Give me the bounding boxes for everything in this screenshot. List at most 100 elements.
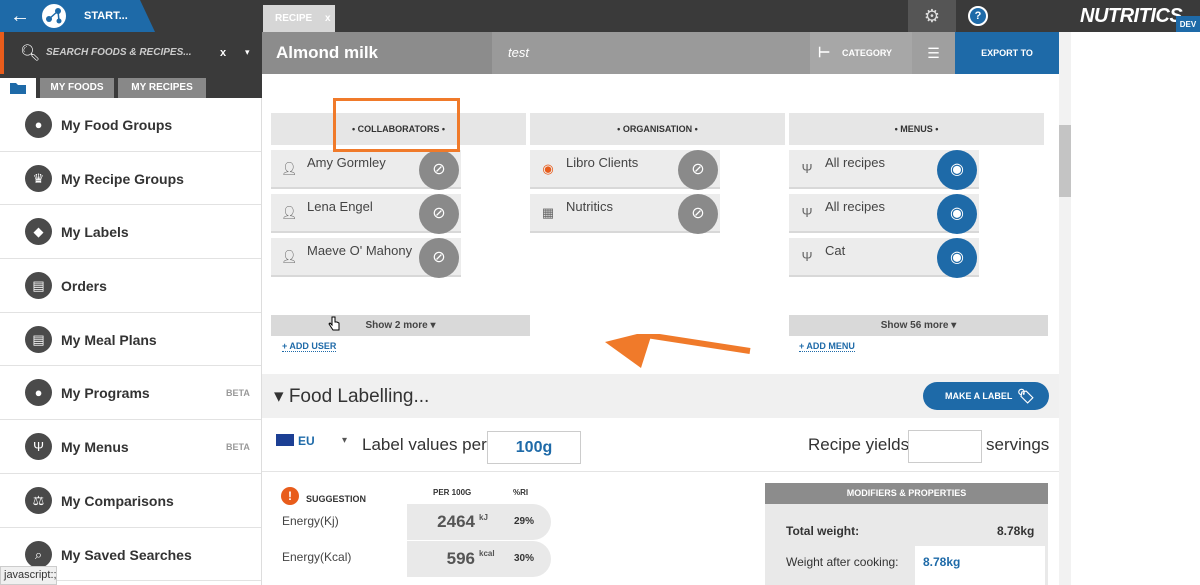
nutrient-name: Energy(Kcal): [282, 550, 352, 564]
collaborator-name: Maeve O' Mahony: [307, 243, 413, 258]
category-label: CATEGORY: [842, 48, 893, 58]
document-icon: ▤: [25, 272, 52, 300]
remove-collaborator-icon[interactable]: ⊘: [419, 194, 459, 234]
remove-collaborator-icon[interactable]: ⊘: [419, 150, 459, 190]
brand-logo: NUTRITICS: [1080, 5, 1183, 27]
per100-header: PER 100G: [433, 488, 472, 497]
add-user-link[interactable]: + ADD USER: [282, 341, 337, 352]
user-icon: 👤︎: [281, 161, 298, 176]
sidebar-item-comparisons[interactable]: ⚖ My Comparisons: [0, 474, 261, 528]
search-icon: ⌕: [25, 540, 52, 568]
servings-input[interactable]: [908, 430, 982, 463]
weight-after-cooking-value[interactable]: 8.78kg: [923, 555, 960, 569]
beta-badge: BETA: [226, 442, 250, 453]
region-select[interactable]: EU: [298, 434, 315, 448]
scrollbar-thumb[interactable]: [1059, 125, 1071, 197]
sidebar-item-labels[interactable]: ◆ My Labels: [0, 205, 261, 260]
sidebar-item-label: Orders: [61, 278, 107, 295]
label-values-per-label: Label values per: [362, 435, 487, 454]
sidebar-item-recipe-groups[interactable]: ♛ My Recipe Groups: [0, 152, 261, 206]
view-menu-eye-icon[interactable]: ◉: [937, 194, 977, 234]
apple-icon: ●: [25, 379, 52, 407]
per-value-input[interactable]: 100g: [487, 431, 581, 464]
cutlery-icon: Ψ: [25, 433, 52, 461]
recipe-header: Almond milk test ⊢ CATEGORY ☰ EXPORT TO: [262, 32, 1059, 74]
weight-after-cooking-label: Weight after cooking:: [786, 555, 899, 569]
show-more-menus[interactable]: Show 56 more ▾: [789, 315, 1048, 336]
search-icon: 🔍︎: [20, 45, 41, 62]
scrollbar[interactable]: [1059, 32, 1071, 585]
menus-header: • MENUS •: [789, 113, 1044, 145]
eu-flag-icon: [276, 434, 294, 446]
user-icon: 👤︎: [281, 205, 298, 220]
recipe-title[interactable]: Almond milk: [276, 43, 378, 63]
document-icon: ▤: [25, 325, 52, 353]
sidebar-item-label: My Labels: [61, 224, 129, 241]
search-dropdown-icon[interactable]: ▾: [245, 47, 250, 58]
make-label-text: MAKE A LABEL: [945, 391, 1013, 401]
sidebar-item-menus[interactable]: Ψ My Menus BETA: [0, 420, 261, 474]
total-weight-label: Total weight:: [786, 524, 860, 538]
sidebar-item-food-groups[interactable]: ● My Food Groups: [0, 98, 261, 152]
remove-organisation-icon[interactable]: ⊘: [678, 194, 718, 234]
tab-close-icon[interactable]: x: [325, 13, 331, 24]
nutrient-name: Energy(Kj): [282, 514, 339, 528]
apple-icon: ●: [25, 111, 52, 138]
tab-my-recipes[interactable]: MY RECIPES: [118, 78, 206, 98]
make-label-button[interactable]: MAKE A LABEL 🏷︎: [923, 382, 1049, 410]
region-dropdown-icon[interactable]: ▾: [342, 435, 347, 446]
collaborator-name: Lena Engel: [307, 199, 373, 214]
total-weight-value: 8.78kg: [997, 524, 1035, 538]
clear-search-icon[interactable]: x: [220, 47, 226, 59]
folder-icon[interactable]: [0, 78, 36, 98]
sidebar-item-label: My Recipe Groups: [61, 170, 184, 187]
add-menu-link[interactable]: + ADD MENU: [799, 341, 855, 352]
remove-collaborator-icon[interactable]: ⊘: [419, 238, 459, 278]
start-label[interactable]: START...: [84, 10, 128, 22]
organisation-name: Nutritics: [566, 199, 613, 214]
sidebar-item-label: My Menus: [61, 439, 129, 456]
organisation-name: Libro Clients: [566, 155, 639, 170]
remove-organisation-icon[interactable]: ⊘: [678, 150, 718, 190]
sidebar-item-label: My Food Groups: [61, 117, 173, 133]
libro-logo-icon: ◉: [542, 161, 554, 176]
tag-icon: 🏷︎: [1017, 388, 1035, 404]
sidebar-item-meal-plans[interactable]: ▤ My Meal Plans: [0, 313, 261, 367]
category-button[interactable]: ⊢ CATEGORY: [810, 32, 912, 74]
recipe-subtitle: test: [508, 45, 529, 60]
warning-icon[interactable]: !: [281, 487, 299, 505]
beta-badge: BETA: [226, 388, 250, 399]
top-bar: ← START... RECIPE x ⚙ ? NUTRITICS DEV: [0, 0, 1200, 32]
view-menu-eye-icon[interactable]: ◉: [937, 238, 977, 278]
sidebar-item-programs[interactable]: ● My Programs BETA: [0, 366, 261, 421]
back-arrow-icon[interactable]: ←: [10, 5, 30, 27]
settings-gear-icon[interactable]: ⚙: [908, 0, 956, 32]
collaborator-name: Amy Gormley: [307, 155, 386, 170]
nutrient-value: 2464: [407, 504, 505, 540]
sidebar-item-orders[interactable]: ▤ Orders: [0, 259, 261, 313]
sliders-icon[interactable]: ☰: [912, 32, 955, 74]
modifiers-header: MODIFIERS & PROPERTIES: [765, 483, 1048, 504]
tag-icon: ◆: [25, 218, 52, 246]
scales-icon: ⚖: [25, 486, 52, 514]
sidebar-tabs: MY FOODS MY RECIPES: [0, 74, 262, 98]
chef-hat-icon: ♛: [25, 164, 52, 192]
tab-my-foods[interactable]: MY FOODS: [40, 78, 114, 98]
tab-recipe[interactable]: RECIPE x: [263, 5, 335, 32]
help-icon[interactable]: ?: [968, 6, 988, 26]
label-values-row: EU ▾ Label values per 100g Recipe yields…: [262, 418, 1059, 472]
show-more-collaborators[interactable]: Show 2 more ▾: [271, 315, 530, 336]
nutrient-ri: 30%: [505, 541, 551, 577]
view-menu-eye-icon[interactable]: ◉: [937, 150, 977, 190]
recipe-subtitle-field[interactable]: test: [492, 32, 810, 74]
ri-header: %RI: [513, 488, 529, 497]
search-input[interactable]: SEARCH FOODS & RECIPES...: [46, 47, 192, 58]
nutrient-unit: kcal: [479, 549, 495, 558]
sidebar-item-label: My Saved Searches: [61, 546, 192, 563]
nutrient-value: 596: [407, 541, 505, 577]
start-menu[interactable]: ← START...: [0, 0, 155, 32]
export-button[interactable]: EXPORT TO: [955, 32, 1059, 74]
sidebar-item-label: My Programs: [61, 385, 150, 402]
search-bar[interactable]: 🔍︎ SEARCH FOODS & RECIPES... x ▾: [0, 32, 262, 74]
sidebar-item-label: My Comparisons: [61, 492, 174, 509]
